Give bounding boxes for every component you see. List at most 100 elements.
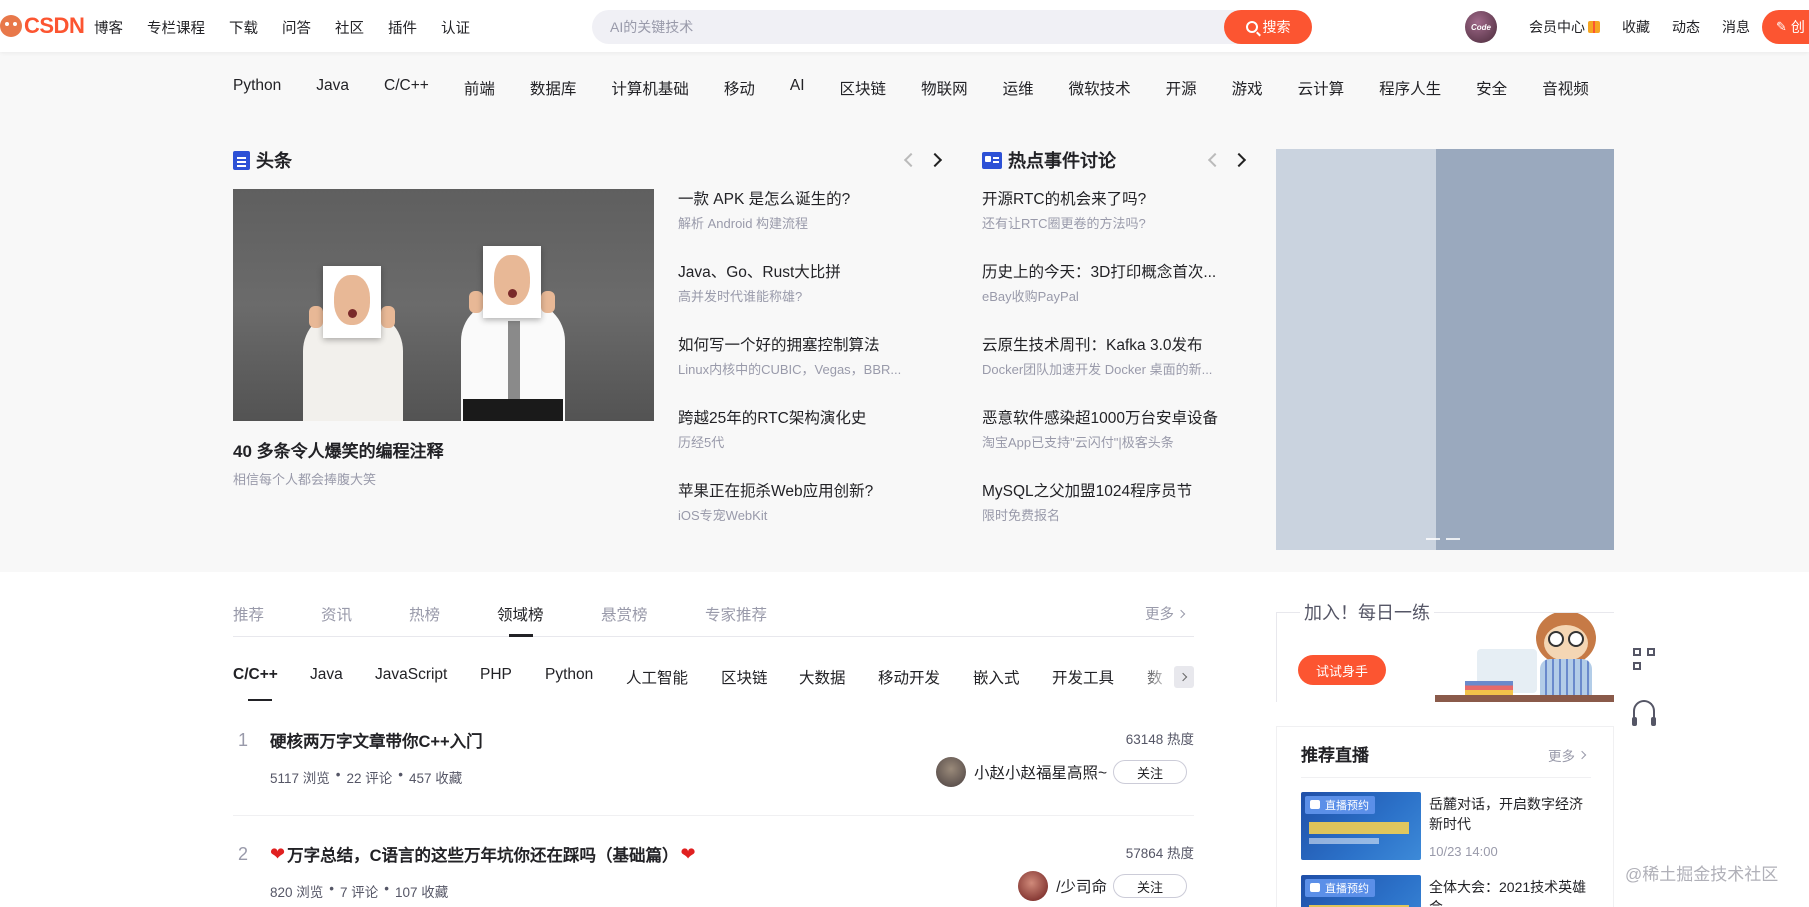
list-item[interactable]: 一款 APK 是怎么诞生的? 解析 Android 构建流程	[678, 189, 928, 262]
list-item[interactable]: MySQL之父加盟1024程序员节 限时免费报名	[982, 481, 1232, 554]
ad-banner[interactable]	[1276, 149, 1614, 550]
category-ai[interactable]: AI	[790, 77, 805, 99]
category-java[interactable]: Java	[316, 77, 349, 99]
chevron-left-icon[interactable]	[1207, 152, 1223, 168]
pen-icon: ✎	[1776, 19, 1787, 34]
tab-expert-recommend[interactable]: 专家推荐	[705, 603, 767, 625]
category-opensource[interactable]: 开源	[1166, 77, 1197, 99]
subtab-ai[interactable]: 人工智能	[626, 666, 688, 688]
nav-download[interactable]: 下载	[229, 17, 258, 38]
category-python[interactable]: Python	[233, 77, 281, 99]
live-time: 10/23 14:00	[1429, 844, 1498, 859]
category-games[interactable]: 游戏	[1232, 77, 1263, 99]
list-item[interactable]: 历史上的今天：3D打印概念首次... eBay收购PayPal	[982, 262, 1232, 335]
tab-bounty-list[interactable]: 悬赏榜	[601, 603, 648, 625]
author-info[interactable]: /少司命	[1018, 871, 1107, 901]
create-button[interactable]: ✎ 创	[1762, 10, 1809, 44]
nav-courses[interactable]: 专栏课程	[147, 17, 205, 38]
article-title[interactable]: 硬核两万字文章带你C++入门	[270, 728, 483, 752]
tab-recommend[interactable]: 推荐	[233, 603, 264, 625]
subtab-next-button[interactable]	[1174, 666, 1194, 688]
list-item[interactable]: 如何写一个好的拥塞控制算法 Linux内核中的CUBIC，Vegas，BBR..…	[678, 335, 928, 408]
subtab-java[interactable]: Java	[310, 666, 343, 684]
category-iot[interactable]: 物联网	[921, 77, 968, 99]
subtab-javascript[interactable]: JavaScript	[375, 666, 447, 684]
category-frontend[interactable]: 前端	[464, 77, 495, 99]
table-row[interactable]: 1 硬核两万字文章带你C++入门 5117 浏览 • 22 评论 • 457 收藏 …	[233, 720, 1194, 834]
follow-button[interactable]: 关注	[1113, 760, 1187, 784]
category-cpp[interactable]: C/C++	[384, 77, 429, 99]
nav-qa[interactable]: 问答	[282, 17, 311, 38]
category-audio-video[interactable]: 音视频	[1542, 77, 1589, 99]
link-activity[interactable]: 动态	[1672, 17, 1700, 37]
category-cloud[interactable]: 云计算	[1298, 77, 1345, 99]
category-database[interactable]: 数据库	[530, 77, 577, 99]
feed-more-link[interactable]: 更多	[1145, 603, 1186, 624]
list-item[interactable]: 开源RTC的机会来了吗? 还有让RTC圈更卷的方法吗?	[982, 189, 1232, 262]
headline-main-title[interactable]: 40 多条令人爆笑的编程注释	[233, 437, 444, 462]
nav-certification[interactable]: 认证	[441, 17, 470, 38]
live-item[interactable]: 直播预约 岳麓对话，开启数字经济新时代 10/23 14:00	[1301, 792, 1591, 862]
author-info[interactable]: 小赵小赵福星高照~	[935, 757, 1107, 787]
subtab-dev-tools[interactable]: 开发工具	[1052, 666, 1114, 688]
separator-dot: •	[384, 881, 390, 896]
list-item[interactable]: 恶意软件感染超1000万台安卓设备 淘宝App已支持"云闪付"|极客头条	[982, 408, 1232, 481]
live-item[interactable]: 直播预约 全体大会：2021技术英雄会	[1301, 875, 1591, 907]
subtab-big-data[interactable]: 大数据	[799, 666, 846, 688]
tab-domain-list[interactable]: 领域榜	[497, 603, 544, 625]
chevron-right-icon	[1577, 750, 1587, 760]
search-button[interactable]: 搜索	[1224, 10, 1312, 44]
link-vip-center[interactable]: 会员中心	[1529, 17, 1600, 37]
carousel-dot[interactable]	[1446, 538, 1460, 540]
nav-community[interactable]: 社区	[335, 17, 364, 38]
category-programmer-life[interactable]: 程序人生	[1379, 77, 1441, 99]
headline-image[interactable]	[233, 189, 654, 421]
category-mobile[interactable]: 移动	[724, 77, 755, 99]
carousel-dot[interactable]	[1426, 538, 1440, 540]
chevron-left-icon[interactable]	[903, 152, 919, 168]
list-item[interactable]: 跨越25年的RTC架构演化史 历经5代	[678, 408, 928, 481]
user-avatar[interactable]: Code	[1465, 11, 1497, 43]
headset-icon[interactable]	[1632, 700, 1656, 726]
event-subtitle: eBay收购PayPal	[982, 289, 1079, 304]
subtab-php[interactable]: PHP	[480, 666, 512, 684]
follow-button[interactable]: 关注	[1113, 874, 1187, 898]
hot-events-list: 开源RTC的机会来了吗? 还有让RTC圈更卷的方法吗? 历史上的今天：3D打印概…	[982, 189, 1232, 554]
live-more-link[interactable]: 更多	[1548, 745, 1587, 765]
search-input[interactable]	[592, 10, 1224, 44]
chevron-right-icon[interactable]	[927, 152, 943, 168]
rank-number: 2	[238, 844, 249, 864]
link-favorites[interactable]: 收藏	[1622, 17, 1650, 37]
subtab-blockchain[interactable]: 区块链	[721, 666, 768, 688]
subtab-python[interactable]: Python	[545, 666, 593, 684]
tab-news[interactable]: 资讯	[321, 603, 352, 625]
chevron-right-icon[interactable]	[1231, 152, 1247, 168]
top-navbar: CSDN 博客 专栏课程 下载 问答 社区 插件 认证 搜索 Code 会员中心…	[0, 0, 1809, 52]
list-item[interactable]: 云原生技术周刊：Kafka 3.0发布 Docker团队加速开发 Docker …	[982, 335, 1232, 408]
category-cs-basics[interactable]: 计算机基础	[611, 77, 689, 99]
news-title: Java、Go、Rust大比拼	[678, 264, 841, 281]
category-microsoft[interactable]: 微软技术	[1069, 77, 1131, 99]
subtab-embedded[interactable]: 嵌入式	[973, 666, 1020, 688]
man-figure	[453, 231, 573, 421]
gift-icon	[1588, 21, 1600, 33]
category-ops[interactable]: 运维	[1003, 77, 1034, 99]
list-item[interactable]: 苹果正在扼杀Web应用创新? iOS专宠WebKit	[678, 481, 928, 554]
rank-number: 1	[238, 730, 249, 750]
qr-code-icon[interactable]	[1633, 648, 1655, 670]
category-blockchain[interactable]: 区块链	[840, 77, 887, 99]
nav-blog[interactable]: 博客	[94, 17, 123, 38]
news-subtitle: iOS专宠WebKit	[678, 508, 768, 523]
nav-plugins[interactable]: 插件	[388, 17, 417, 38]
table-row[interactable]: 2 ❤ 万字总结，C语言的这些万年坑你还在踩吗（基础篇） ❤ 820 浏览 • 7…	[233, 834, 1194, 907]
subtab-cpp[interactable]: C/C++	[233, 666, 278, 684]
csdn-logo[interactable]: CSDN	[0, 13, 85, 38]
upper-section: Python Java C/C++ 前端 数据库 计算机基础 移动 AI 区块链…	[0, 52, 1809, 572]
article-title[interactable]: ❤ 万字总结，C语言的这些万年坑你还在踩吗（基础篇） ❤	[270, 842, 696, 866]
tab-hot-list[interactable]: 热榜	[409, 603, 440, 625]
list-item[interactable]: Java、Go、Rust大比拼 高并发时代谁能称雄?	[678, 262, 928, 335]
try-button[interactable]: 试试身手	[1298, 655, 1386, 685]
link-messages[interactable]: 消息	[1722, 17, 1750, 37]
category-security[interactable]: 安全	[1476, 77, 1507, 99]
subtab-mobile-dev[interactable]: 移动开发	[878, 666, 940, 688]
